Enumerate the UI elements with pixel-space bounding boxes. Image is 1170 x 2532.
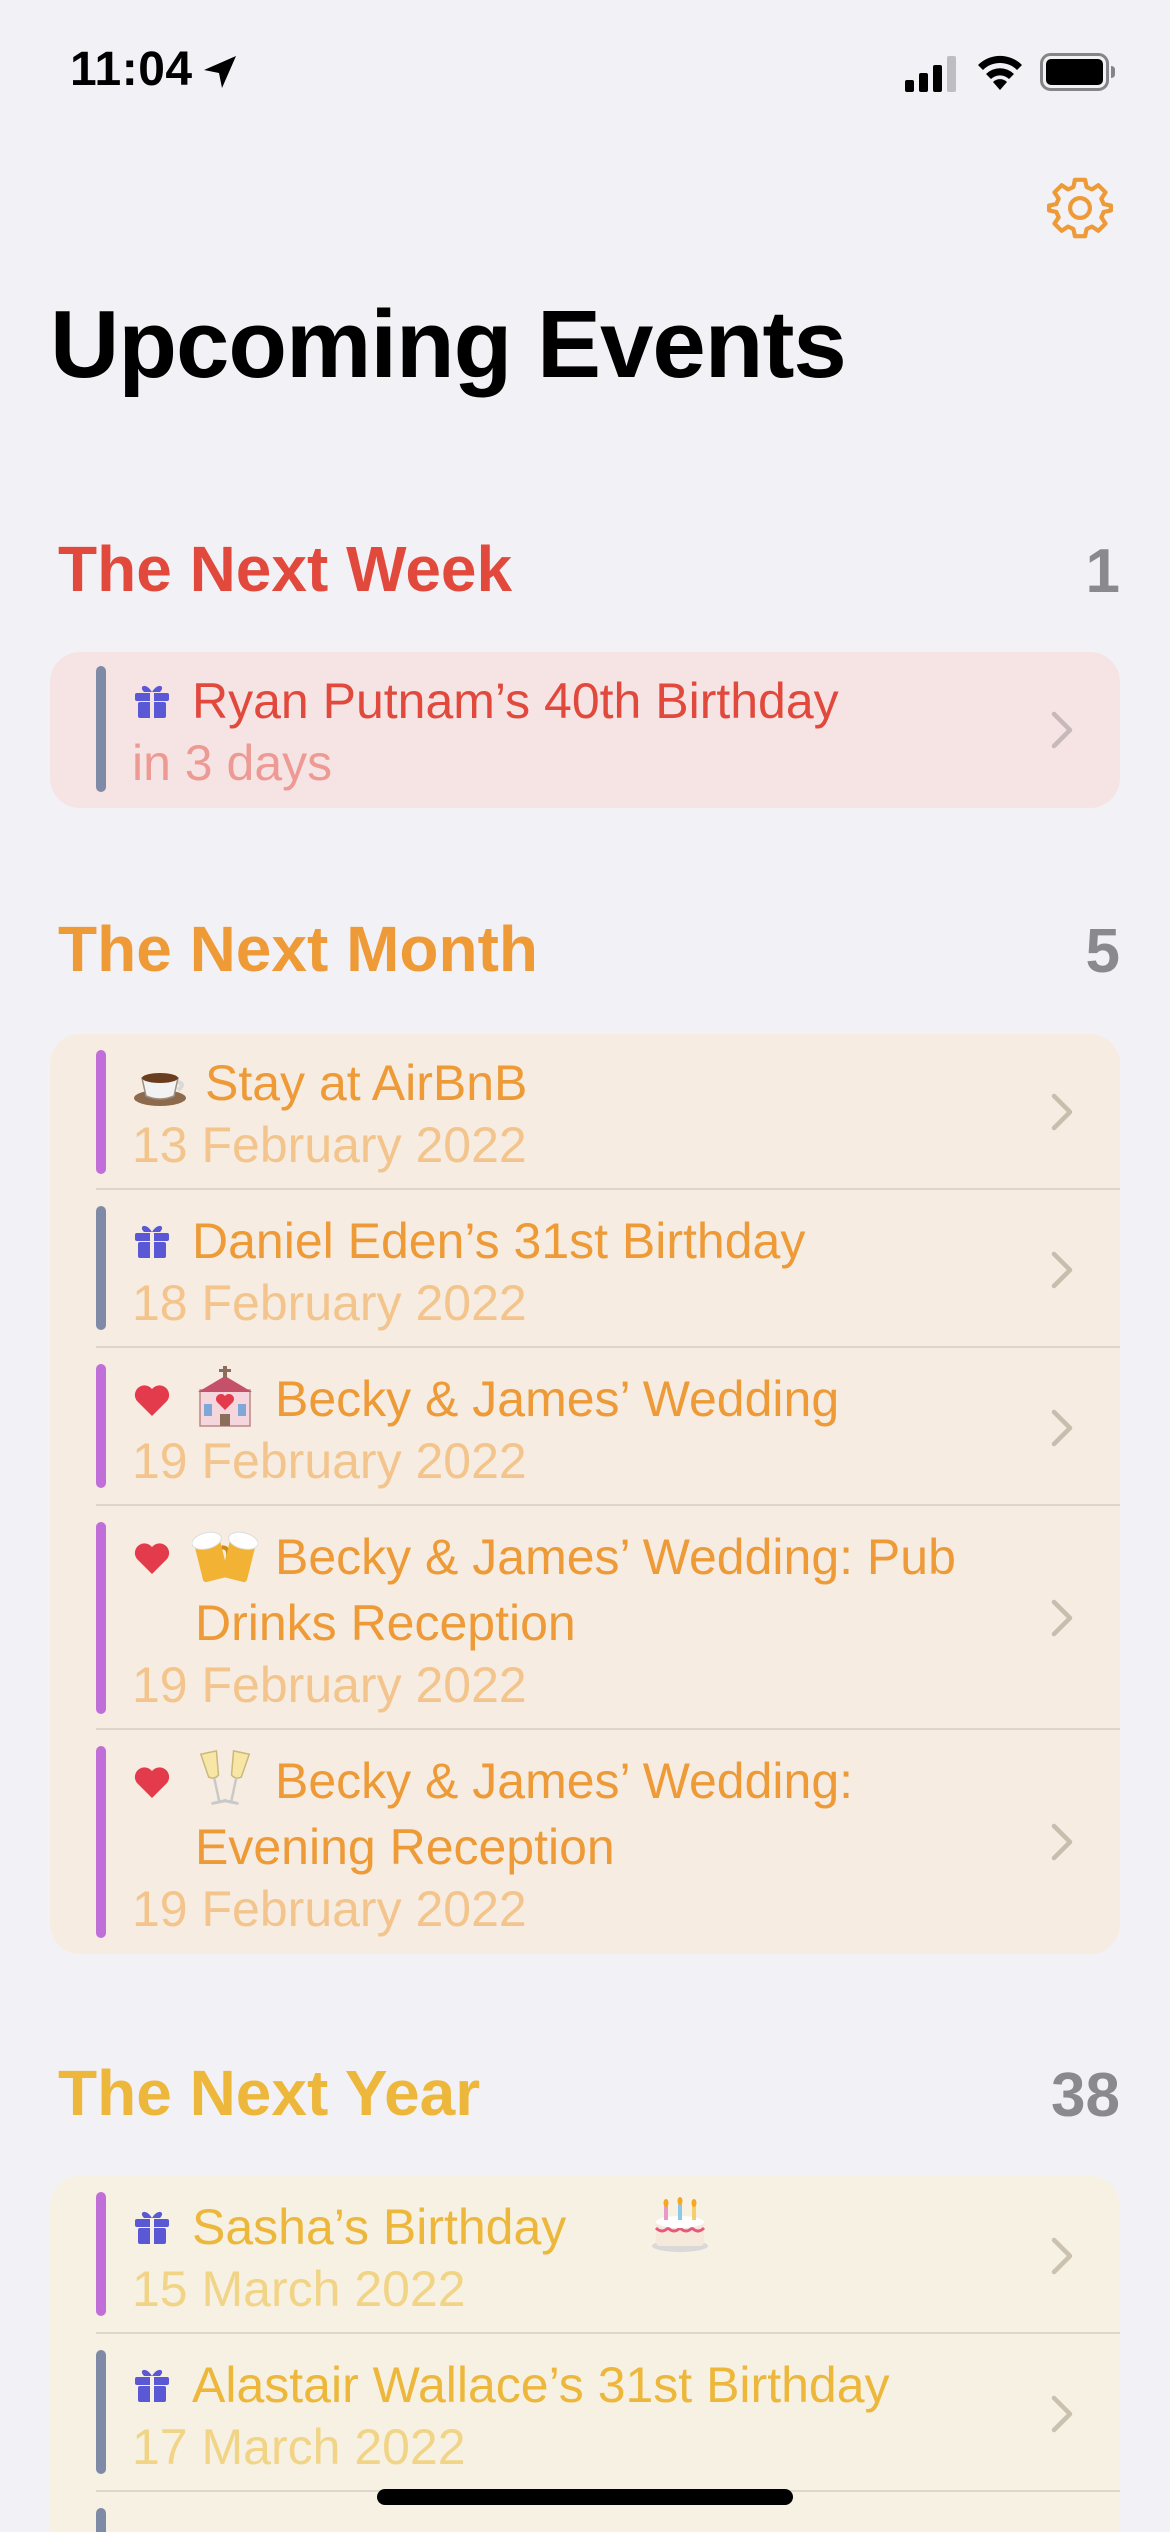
events-card-year: Sasha’s Birthday 15 March 2022 Alastair … <box>50 2176 1120 2532</box>
section-count: 38 <box>1051 2061 1120 2130</box>
heart-icon <box>134 1543 170 1574</box>
chevron-right-icon <box>1051 1599 1073 1637</box>
list-item[interactable]: Daniel Eden’s 31st Birthday 18 February … <box>50 1190 1120 1348</box>
calendar-color-bar <box>96 2350 106 2474</box>
screen: 11:04 Upcoming Events The Next Week 1 Ry… <box>0 0 1170 2532</box>
section-header-year: The Next Year 38 <box>58 2056 1120 2136</box>
battery-icon <box>1040 53 1115 91</box>
calendar-color-bar <box>96 1522 106 1714</box>
home-indicator <box>377 2489 793 2505</box>
heart-icon <box>134 1385 170 1416</box>
calendar-color-bar <box>96 666 106 792</box>
section-title: The Next Month <box>58 913 538 985</box>
coffee-icon <box>134 1073 186 1106</box>
calendar-color-bar <box>96 1206 106 1330</box>
list-item[interactable]: Becky & James’ Wedding 19 February 2022 <box>50 1348 1120 1506</box>
event-title: Becky & James’ Wedding <box>275 1371 840 1427</box>
events-card-week: Ryan Putnam’s 40th Birthday in 3 days <box>50 652 1120 808</box>
list-item[interactable]: Becky & James’ Wedding: Evening Receptio… <box>50 1730 1120 1954</box>
event-title: Ryan Putnam’s 40th Birthday <box>192 673 839 729</box>
calendar-color-bar <box>96 1050 106 1174</box>
chevron-right-icon <box>1051 1409 1073 1447</box>
calendar-color-bar <box>96 2508 106 2532</box>
chevron-right-icon <box>1051 1823 1073 1861</box>
event-subtitle: 19 February 2022 <box>132 1433 527 1489</box>
section-title: The Next Week <box>58 533 513 605</box>
chevron-right-icon <box>1051 1251 1073 1289</box>
event-subtitle: 18 February 2022 <box>132 1275 527 1331</box>
chevron-right-icon <box>1051 2237 1073 2275</box>
calendar-color-bar <box>96 1746 106 1938</box>
event-title: Stay at AirBnB <box>205 1055 528 1111</box>
event-subtitle: 19 February 2022 <box>132 1657 527 1713</box>
event-subtitle: 19 February 2022 <box>132 1881 527 1937</box>
event-subtitle: in 3 days <box>132 735 333 791</box>
section-title: The Next Year <box>58 2057 481 2129</box>
event-subtitle: 17 March 2022 <box>132 2419 466 2475</box>
list-item[interactable]: Alastair Wallace’s 31st Birthday 17 Marc… <box>50 2334 1120 2492</box>
event-subtitle: 15 March 2022 <box>132 2261 466 2317</box>
birthday-cake-icon <box>652 2197 708 2252</box>
event-title: Daniel Eden’s 31st Birthday <box>192 1213 806 1269</box>
status-time: 11:04 <box>70 43 193 96</box>
section-count: 5 <box>1085 917 1120 986</box>
event-title: Sasha’s Birthday <box>192 2199 567 2255</box>
chevron-right-icon <box>1051 1093 1073 1131</box>
page-title: Upcoming Events <box>50 291 847 398</box>
champagne-glasses-icon <box>199 1749 251 1805</box>
event-title: Becky & James’ Wedding: Pub <box>275 1529 956 1585</box>
settings-button[interactable] <box>1040 168 1120 248</box>
gift-icon <box>135 685 169 718</box>
event-subtitle: 13 February 2022 <box>132 1117 527 1173</box>
chevron-right-icon <box>1051 711 1073 749</box>
location-arrow-icon <box>204 56 236 88</box>
list-item[interactable]: Becky & James’ Wedding: Pub Drinks Recep… <box>50 1506 1120 1730</box>
list-item[interactable]: Stay at AirBnB 13 February 2022 <box>50 1034 1120 1190</box>
heart-icon <box>134 1767 170 1798</box>
gear-icon <box>1047 177 1113 239</box>
calendar-color-bar <box>96 2192 106 2316</box>
wifi-icon <box>978 55 1022 90</box>
calendar-color-bar <box>96 1364 106 1488</box>
cellular-signal-icon <box>905 56 956 92</box>
gift-icon <box>135 2211 169 2244</box>
event-title-continued: Evening Reception <box>195 1819 615 1875</box>
event-title: Becky & James’ Wedding: <box>275 1753 854 1809</box>
section-header-month: The Next Month 5 <box>58 912 1120 992</box>
gift-icon <box>135 2369 169 2402</box>
event-title: Alastair Wallace’s 31st Birthday <box>192 2357 890 2413</box>
gift-icon <box>135 1225 169 1258</box>
wedding-chapel-icon <box>198 1366 252 1427</box>
event-title-continued: Drinks Reception <box>195 1595 576 1651</box>
section-count: 1 <box>1085 537 1120 606</box>
list-item[interactable]: Sasha’s Birthday 15 March 2022 <box>50 2176 1120 2334</box>
section-header-week: The Next Week 1 <box>58 532 1120 612</box>
chevron-right-icon <box>1051 2395 1073 2433</box>
events-card-month: Stay at AirBnB 13 February 2022 Daniel E… <box>50 1034 1120 1954</box>
status-bar: 11:04 <box>0 0 1170 140</box>
list-item[interactable]: Ryan Putnam’s 40th Birthday in 3 days <box>50 652 1120 808</box>
beer-mugs-icon <box>192 1531 258 1583</box>
